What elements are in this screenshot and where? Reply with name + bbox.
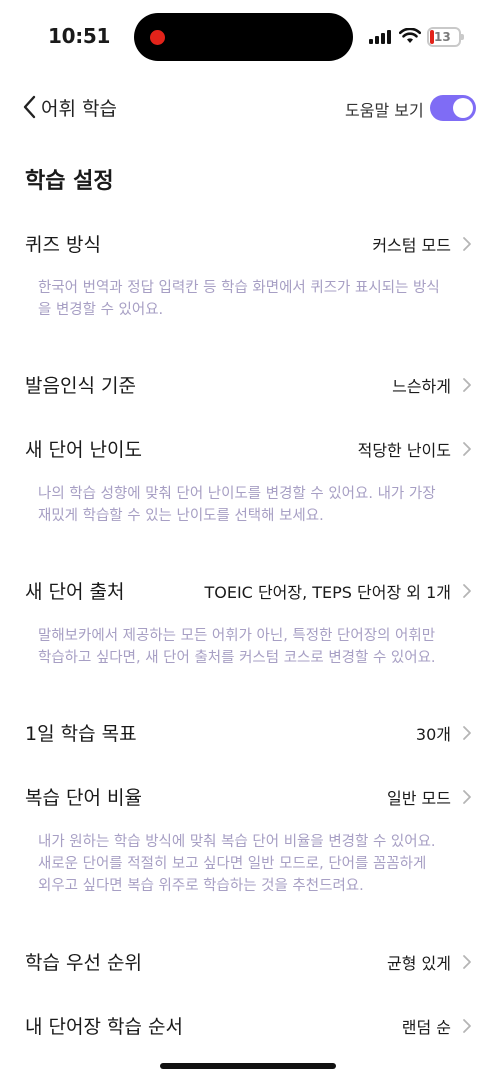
setting-label: 발음인식 기준: [25, 375, 136, 397]
setting-value: 일반 모드: [387, 789, 451, 808]
recording-indicator-icon: [150, 30, 165, 45]
chevron-right-icon: [463, 378, 471, 392]
setting-label: 학습 우선 순위: [25, 952, 142, 974]
battery-level-text: 13: [434, 30, 451, 44]
setting-row-word-source[interactable]: 새 단어 출처 TOEIC 단어장, TEPS 단어장 외 1개: [25, 573, 473, 609]
description-line: 한국어 번역과 정답 입력칸 등 학습 화면에서 퀴즈가 표시되는 방식: [38, 280, 440, 296]
setting-value: 30개: [415, 725, 451, 744]
setting-row-wordbook-order[interactable]: 내 단어장 학습 순서 랜덤 순: [25, 1008, 473, 1044]
back-button[interactable]: [14, 92, 44, 122]
description-line: 을 변경할 수 있어요.: [38, 302, 164, 318]
setting-row-quiz-mode[interactable]: 퀴즈 방식 커스텀 모드: [25, 226, 473, 262]
battery-cap: [461, 34, 464, 40]
description-line: 외우고 싶다면 복습 위주로 학습하는 것을 추천드려요.: [38, 878, 364, 894]
dynamic-island: [134, 13, 353, 61]
chevron-right-icon: [463, 442, 471, 456]
status-time: 10:51: [48, 24, 111, 48]
setting-label: 1일 학습 목표: [25, 723, 137, 745]
chevron-left-icon: [23, 95, 36, 119]
status-bar: 10:51 13: [0, 0, 496, 74]
setting-value: TOEIC 단어장, TEPS 단어장 외 1개: [204, 583, 451, 602]
setting-row-difficulty[interactable]: 새 단어 난이도 적당한 난이도: [25, 431, 473, 467]
toggle-knob: [453, 98, 473, 118]
setting-value: 커스텀 모드: [372, 236, 451, 255]
setting-label: 내 단어장 학습 순서: [25, 1016, 183, 1038]
description-line: 내가 원하는 학습 방식에 맞춰 복습 단어 비율을 변경할 수 있어요.: [38, 834, 436, 850]
description-line: 말해보카에서 제공하는 모든 어휘가 아닌, 특정한 단어장의 어휘만: [38, 628, 436, 644]
setting-value: 적당한 난이도: [357, 441, 451, 460]
setting-description: 나의 학습 성향에 맞춰 단어 난이도를 변경할 수 있어요. 내가 가장 재밌…: [38, 483, 458, 527]
wifi-icon: [399, 28, 421, 43]
setting-row-priority[interactable]: 학습 우선 순위 균형 있게: [25, 944, 473, 980]
description-line: 나의 학습 성향에 맞춰 단어 난이도를 변경할 수 있어요. 내가 가장: [38, 486, 436, 502]
description-line: 새로운 단어를 적절히 보고 싶다면 일반 모드로, 단어를 꼼꼼하게: [38, 856, 427, 872]
setting-row-daily-goal[interactable]: 1일 학습 목표 30개: [25, 715, 473, 751]
chevron-right-icon: [463, 584, 471, 598]
setting-label: 새 단어 난이도: [25, 439, 142, 461]
navigation-bar: 어휘 학습 도움말 보기: [0, 80, 496, 136]
chevron-right-icon: [463, 237, 471, 251]
setting-description: 내가 원하는 학습 방식에 맞춰 복습 단어 비율을 변경할 수 있어요. 새로…: [38, 831, 458, 897]
chevron-right-icon: [463, 955, 471, 969]
setting-label: 새 단어 출처: [25, 581, 125, 603]
battery-icon: 13: [427, 27, 464, 47]
home-indicator[interactable]: [160, 1063, 336, 1069]
setting-label: 복습 단어 비율: [25, 787, 142, 809]
help-toggle-label: 도움말 보기: [345, 101, 424, 120]
chevron-right-icon: [463, 790, 471, 804]
cellular-signal-icon: [369, 30, 391, 44]
section-title: 학습 설정: [25, 169, 114, 194]
help-toggle[interactable]: [430, 95, 476, 121]
setting-value: 느슨하게: [392, 377, 451, 396]
chevron-right-icon: [463, 726, 471, 740]
setting-description: 한국어 번역과 정답 입력칸 등 학습 화면에서 퀴즈가 표시되는 방식 을 변…: [38, 277, 458, 321]
setting-label: 퀴즈 방식: [25, 234, 101, 256]
chevron-right-icon: [463, 1019, 471, 1033]
setting-row-review-ratio[interactable]: 복습 단어 비율 일반 모드: [25, 779, 473, 815]
description-line: 학습하고 싶다면, 새 단어 출처를 커스텀 코스로 변경할 수 있어요.: [38, 650, 436, 666]
page-title: 어휘 학습: [41, 98, 117, 120]
description-line: 재밌게 학습할 수 있는 난이도를 선택해 보세요.: [38, 508, 324, 524]
setting-row-pronunciation[interactable]: 발음인식 기준 느슨하게: [25, 367, 473, 403]
setting-description: 말해보카에서 제공하는 모든 어휘가 아닌, 특정한 단어장의 어휘만 학습하고…: [38, 625, 458, 669]
setting-value: 균형 있게: [387, 954, 451, 973]
setting-value: 랜덤 순: [401, 1018, 451, 1037]
